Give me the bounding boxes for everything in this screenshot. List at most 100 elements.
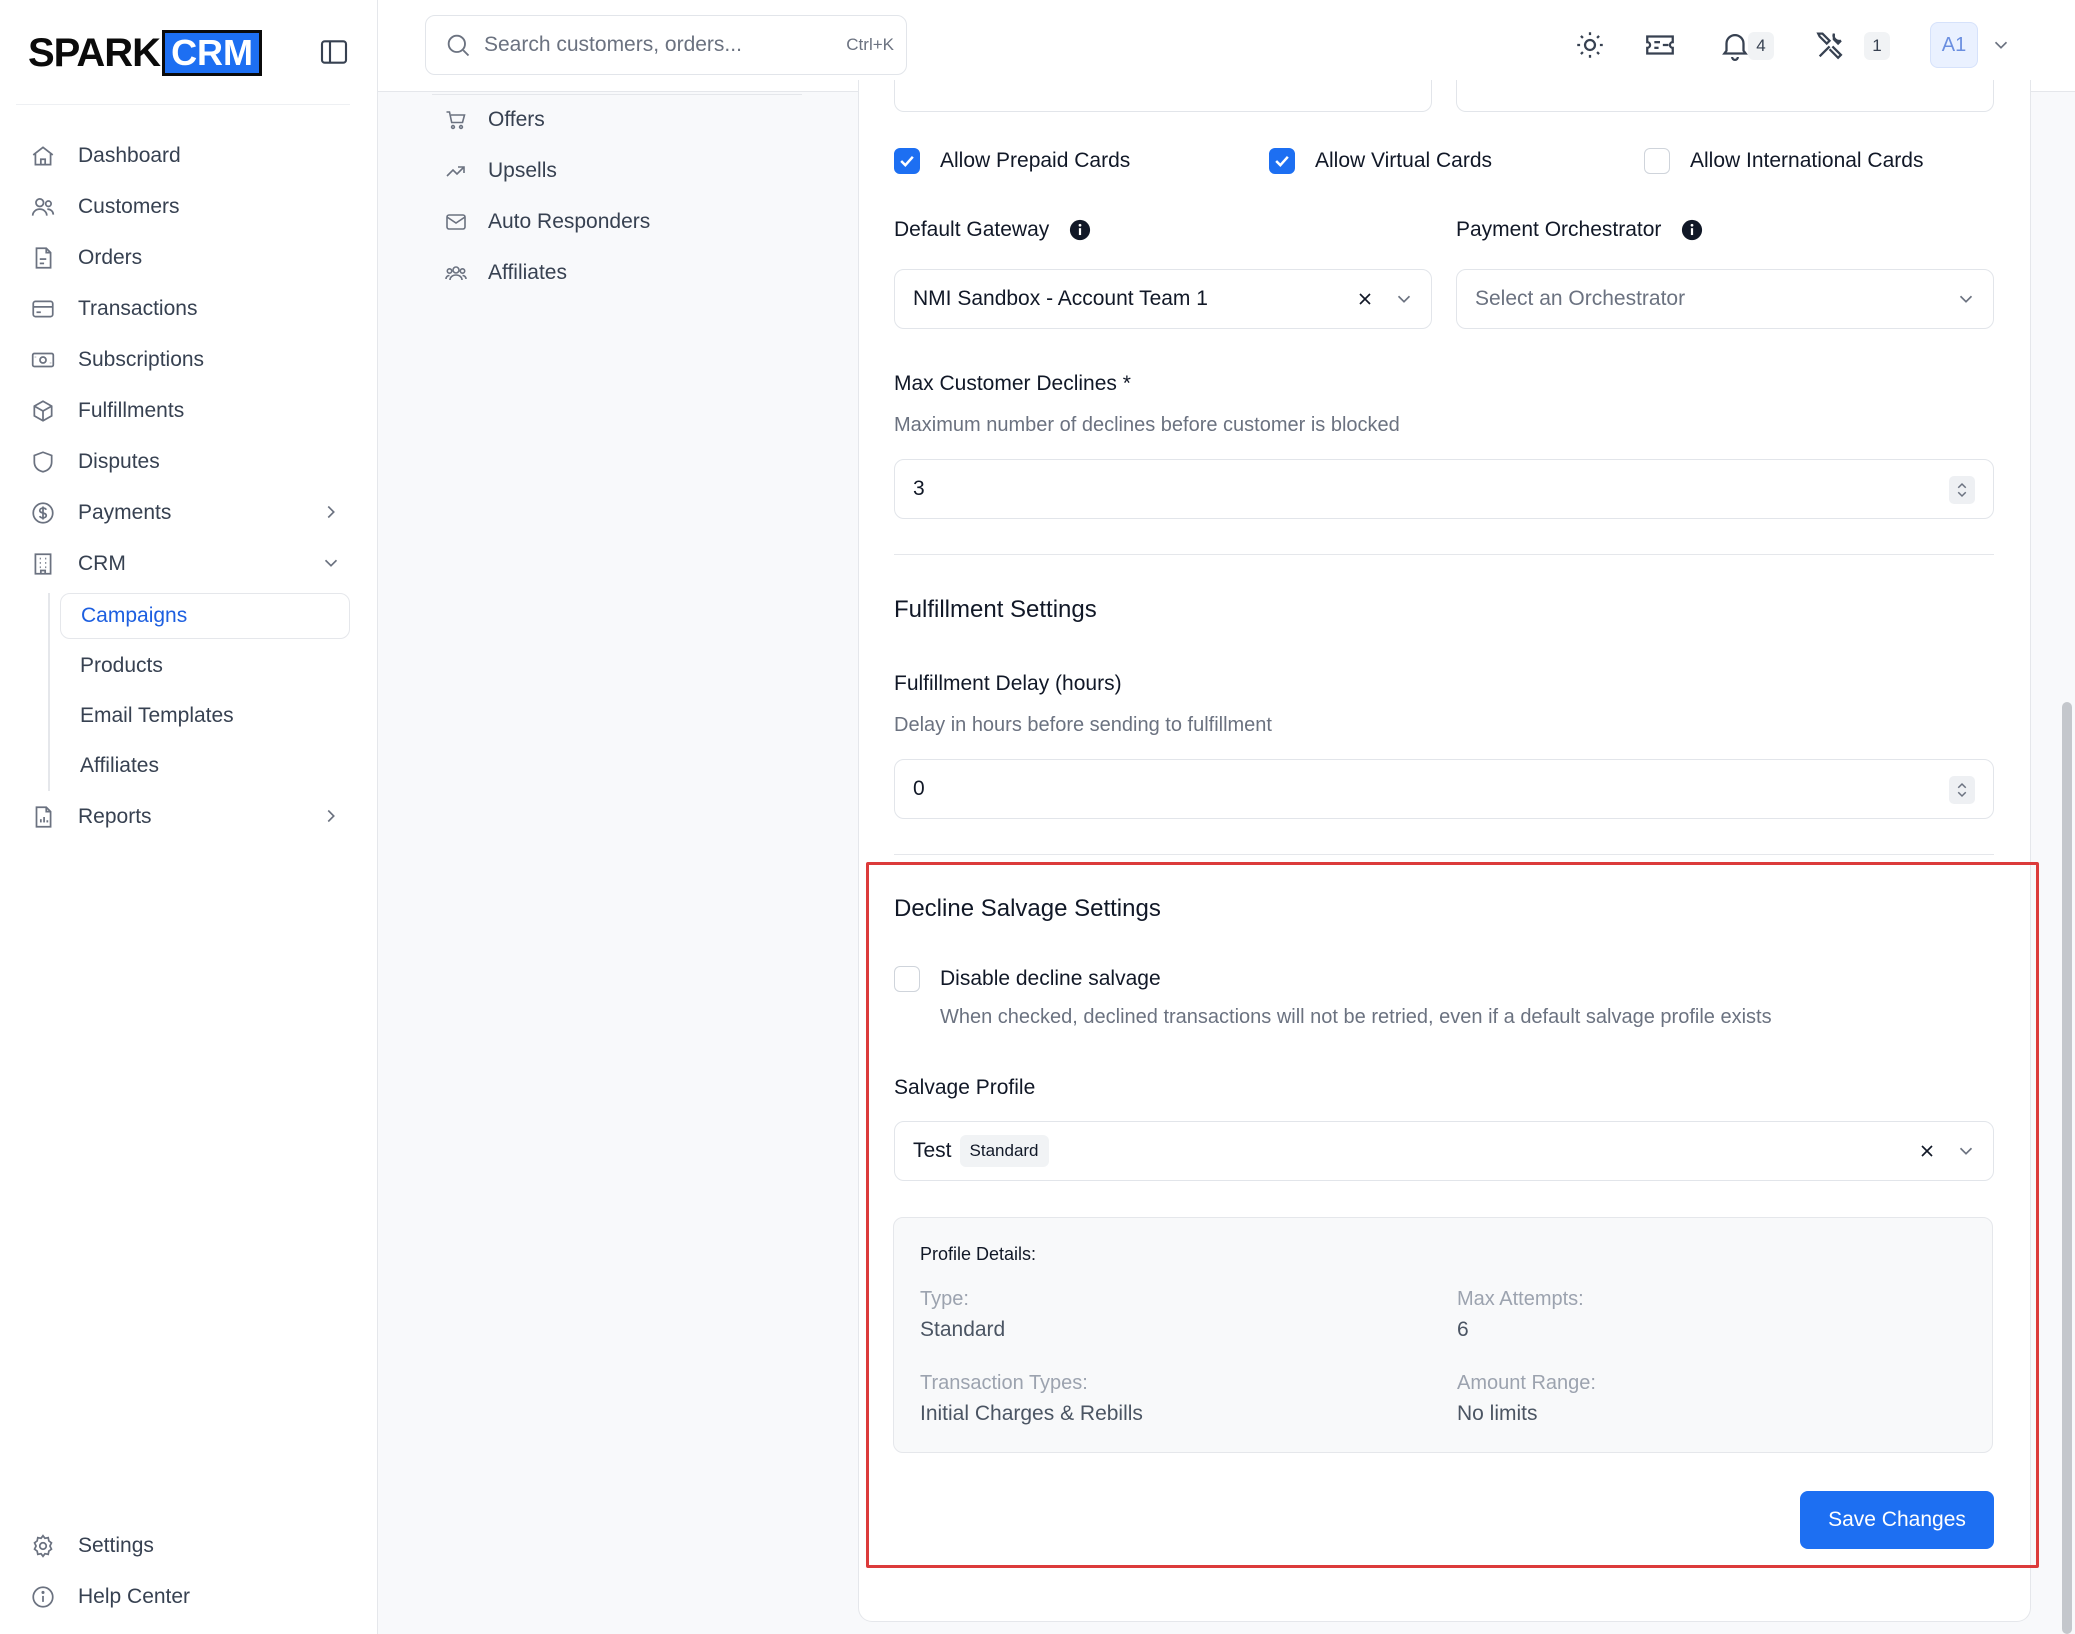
section-divider (894, 854, 1994, 855)
chevron-right-icon (320, 805, 342, 827)
trending-up-icon (444, 159, 468, 183)
nav-label: Settings (78, 1533, 154, 1557)
profile-type-tag: Standard (959, 1135, 1049, 1167)
disable-salvage-help: When checked, declined transactions will… (940, 1006, 1772, 1028)
fulfillment-delay-label: Fulfillment Delay (hours) (894, 672, 1122, 695)
checkbox-checked[interactable] (1269, 148, 1295, 174)
nav-label: Subscriptions (78, 347, 205, 371)
info-icon[interactable] (1069, 219, 1091, 241)
max-declines-input[interactable]: 3 (894, 459, 1994, 519)
info-icon[interactable] (1681, 219, 1703, 241)
secnav-label: Affiliates (488, 260, 567, 284)
nav-label: Reports (78, 804, 152, 828)
people-icon (444, 261, 468, 285)
secnav-offers[interactable]: Offers (430, 94, 810, 145)
field-stub-right (1456, 80, 1994, 112)
chevron-right-icon (320, 501, 342, 523)
subnav-campaigns[interactable]: Campaigns (60, 593, 350, 639)
nav-label: Disputes (78, 449, 160, 473)
allow-prepaid-checkbox[interactable]: Allow Prepaid Cards (894, 148, 1130, 174)
page-scrollbar[interactable] (2062, 702, 2072, 1634)
chevron-down-icon[interactable] (1393, 288, 1415, 310)
input-value: 3 (913, 477, 925, 500)
secnav-affiliates[interactable]: Affiliates (430, 247, 810, 298)
sidebar-toggle-icon[interactable] (318, 36, 350, 68)
ticket-icon[interactable] (1643, 28, 1677, 62)
search-icon (444, 31, 472, 59)
sun-icon[interactable] (1573, 28, 1607, 62)
nav-label: Customers (78, 194, 180, 218)
report-icon (30, 804, 56, 830)
chevron-down-icon[interactable] (1955, 1140, 1977, 1162)
secnav-divider (432, 94, 802, 95)
fulfillment-delay-input[interactable]: 0 (894, 759, 1994, 819)
subnav-email-templates[interactable]: Email Templates (60, 691, 350, 741)
search-box[interactable]: Ctrl+K (425, 15, 907, 75)
nav-crm[interactable]: CRM (30, 538, 350, 589)
info-circle-icon (30, 1584, 56, 1610)
topbar: Ctrl+K 4 1 A1 (378, 0, 2075, 92)
logo-badge: CRM (162, 30, 263, 76)
default-gateway-select[interactable]: NMI Sandbox - Account Team 1 (894, 269, 1432, 329)
nav-transactions[interactable]: Transactions (30, 283, 350, 334)
tools-icon[interactable] (1814, 28, 1848, 62)
checkbox-unchecked[interactable] (1644, 148, 1670, 174)
spark-crm-logo[interactable]: SPARK CRM (28, 30, 263, 76)
search-input[interactable] (484, 33, 824, 57)
label-text: Default Gateway (894, 218, 1050, 241)
nav-fulfillments[interactable]: Fulfillments (30, 385, 350, 436)
secnav-label: Offers (488, 107, 545, 131)
select-value: Test (913, 1139, 952, 1162)
allow-virtual-checkbox[interactable]: Allow Virtual Cards (1269, 148, 1492, 174)
orchestrator-select[interactable]: Select an Orchestrator (1456, 269, 1994, 329)
max-attempts-key: Max Attempts: (1457, 1288, 1584, 1310)
label-text: Payment Orchestrator (1456, 218, 1662, 241)
nav-settings[interactable]: Settings (30, 1520, 350, 1571)
max-attempts-value: 6 (1457, 1318, 1469, 1341)
secnav-upsells[interactable]: Upsells (430, 145, 810, 196)
nav-subscriptions[interactable]: Subscriptions (30, 334, 350, 385)
nav-payments[interactable]: Payments (30, 487, 350, 538)
nav-label: Transactions (78, 296, 198, 320)
nav-dashboard[interactable]: Dashboard (30, 130, 350, 181)
nav-customers[interactable]: Customers (30, 181, 350, 232)
money-icon (30, 347, 56, 373)
nav-orders[interactable]: Orders (30, 232, 350, 283)
secnav-label: Upsells (488, 158, 557, 182)
campaign-secondary-nav: Offers Upsells Auto Responders Affiliate… (430, 94, 810, 298)
nav-help-center[interactable]: Help Center (30, 1571, 350, 1622)
secnav-auto-responders[interactable]: Auto Responders (430, 196, 810, 247)
sidebar: SPARK CRM Dashboard Customers Orders Tra… (0, 0, 378, 1634)
clear-icon[interactable] (1355, 289, 1375, 309)
credit-card-icon (30, 296, 56, 322)
avatar[interactable]: A1 (1930, 22, 1978, 68)
bell-icon[interactable] (1718, 28, 1752, 62)
subnav-products[interactable]: Products (60, 641, 350, 691)
salvage-profile-select[interactable]: Test Standard (894, 1121, 1994, 1181)
nav-reports[interactable]: Reports (30, 791, 350, 842)
checkbox-label: Allow International Cards (1690, 149, 1924, 172)
checkbox-checked[interactable] (894, 148, 920, 174)
number-stepper[interactable] (1949, 776, 1975, 804)
field-stub-left (894, 80, 1432, 112)
disable-salvage-checkbox[interactable]: Disable decline salvage (894, 966, 1161, 992)
nav-disputes[interactable]: Disputes (30, 436, 350, 487)
search-shortcut: Ctrl+K (846, 35, 894, 54)
profile-details-title: Profile Details: (920, 1244, 1037, 1264)
checkbox-unchecked[interactable] (894, 966, 920, 992)
default-gateway-label: Default Gateway (894, 218, 1091, 242)
save-changes-button[interactable]: Save Changes (1800, 1491, 1994, 1549)
building-icon (30, 551, 56, 577)
main-nav: Dashboard Customers Orders Transactions … (30, 130, 350, 842)
chevron-down-icon[interactable] (1955, 288, 1977, 310)
subnav-affiliates[interactable]: Affiliates (60, 741, 350, 791)
gear-icon (30, 1533, 56, 1559)
profile-details-panel: Profile Details: Type: Standard Max Atte… (893, 1217, 1993, 1453)
allow-international-checkbox[interactable]: Allow International Cards (1644, 148, 1923, 174)
chevron-down-icon[interactable] (1990, 34, 2012, 56)
nav-label: CRM (78, 551, 126, 575)
number-stepper[interactable] (1949, 476, 1975, 504)
crm-subnav: Campaigns Products Email Templates Affil… (48, 593, 350, 791)
nav-label: Dashboard (78, 143, 181, 167)
clear-icon[interactable] (1917, 1141, 1937, 1161)
